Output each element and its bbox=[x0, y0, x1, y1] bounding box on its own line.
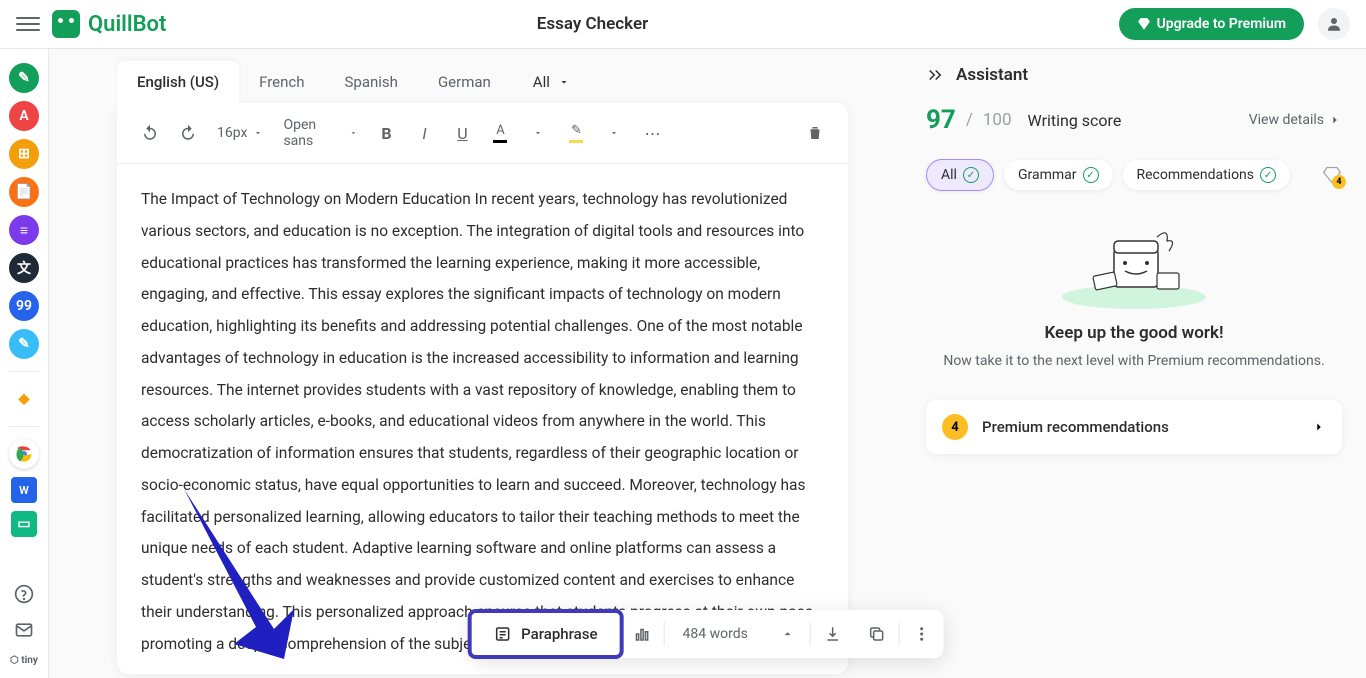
redo-button[interactable] bbox=[171, 116, 205, 150]
rail-item-8[interactable]: ✎ bbox=[9, 329, 39, 359]
user-avatar[interactable] bbox=[1318, 8, 1350, 40]
premium-diamond-icon[interactable]: 4 bbox=[1322, 165, 1342, 185]
rail-separator bbox=[9, 426, 39, 427]
rail-item-1[interactable]: ✎ bbox=[9, 63, 39, 93]
quillbot-icon bbox=[52, 10, 80, 38]
chevron-down-icon bbox=[253, 128, 263, 138]
paraphrase-icon bbox=[493, 625, 511, 643]
font-size-select[interactable]: 16px bbox=[209, 121, 271, 145]
mail-icon[interactable] bbox=[13, 619, 35, 641]
chip-all[interactable]: All✓ bbox=[926, 159, 994, 191]
tab-spanish[interactable]: Spanish bbox=[325, 61, 418, 103]
font-family-select[interactable]: Open sans bbox=[275, 113, 365, 153]
download-button[interactable] bbox=[811, 610, 855, 658]
copy-icon bbox=[868, 625, 886, 643]
chevron-down-icon bbox=[349, 128, 358, 138]
kebab-icon bbox=[913, 625, 931, 643]
robot-illustration bbox=[1059, 219, 1209, 309]
language-tabs: English (US) French Spanish German All bbox=[57, 49, 908, 103]
check-icon: ✓ bbox=[963, 167, 979, 183]
menu-icon[interactable] bbox=[16, 12, 40, 36]
bold-button[interactable]: B bbox=[369, 116, 403, 150]
download-icon bbox=[824, 625, 842, 643]
chevron-down-icon bbox=[609, 128, 619, 138]
rail-premium-icon[interactable]: ◆ bbox=[9, 384, 39, 414]
sub-text: Now take it to the next level with Premi… bbox=[926, 351, 1342, 372]
editor-toolbar: 16px Open sans B I U A ✎ ⋯ bbox=[117, 103, 848, 164]
page-title: Essay Checker bbox=[66, 14, 1118, 34]
view-details-link[interactable]: View details bbox=[1249, 112, 1342, 128]
chevron-up-icon bbox=[781, 627, 795, 641]
more-options-button[interactable] bbox=[900, 610, 944, 658]
text-color-button[interactable]: A bbox=[483, 116, 517, 150]
tab-english[interactable]: English (US) bbox=[117, 61, 239, 103]
tool-rail: ✎ A ⊞ 📄 ≡ 文 99 ✎ ◆ W ▭ ⬡ tiny bbox=[0, 49, 49, 678]
chevron-down-icon bbox=[558, 76, 570, 88]
help-icon[interactable] bbox=[13, 583, 35, 605]
rail-separator bbox=[9, 371, 39, 372]
highlight-button[interactable]: ✎ bbox=[559, 116, 593, 150]
rail-word-icon[interactable]: W bbox=[11, 477, 37, 503]
upgrade-button[interactable]: Upgrade to Premium bbox=[1119, 8, 1304, 40]
word-count: 484 words bbox=[665, 626, 766, 642]
upgrade-label: Upgrade to Premium bbox=[1157, 16, 1286, 32]
underline-button[interactable]: U bbox=[445, 116, 479, 150]
check-icon: ✓ bbox=[1260, 167, 1276, 183]
chart-icon bbox=[633, 625, 651, 643]
rail-chrome-icon[interactable] bbox=[9, 439, 39, 469]
rail-item-2[interactable]: A bbox=[9, 101, 39, 131]
paraphrase-button[interactable]: Paraphrase bbox=[467, 609, 623, 659]
assistant-panel: Assistant 97 / 100 Writing score View de… bbox=[916, 49, 1366, 678]
good-work-heading: Keep up the good work! bbox=[926, 323, 1342, 343]
chevron-right-icon bbox=[1328, 113, 1342, 127]
check-icon: ✓ bbox=[1083, 167, 1099, 183]
diamond-icon bbox=[1137, 17, 1151, 31]
italic-button[interactable]: I bbox=[407, 116, 441, 150]
editor-column: English (US) French Spanish German All 1… bbox=[49, 49, 916, 678]
chevron-down-icon bbox=[533, 128, 543, 138]
score-max: 100 bbox=[983, 110, 1012, 130]
premium-recommendations-card[interactable]: 4 Premium recommendations bbox=[926, 400, 1342, 454]
chip-grammar[interactable]: Grammar✓ bbox=[1004, 160, 1113, 190]
collapse-icon[interactable] bbox=[926, 66, 944, 84]
text-color-dropdown[interactable] bbox=[521, 116, 555, 150]
chip-recommendations[interactable]: Recommendations✓ bbox=[1123, 160, 1291, 190]
editor-card: 16px Open sans B I U A ✎ ⋯ The Impact of… bbox=[117, 103, 848, 674]
bottom-toolbar: Paraphrase 484 words bbox=[471, 610, 944, 658]
rail-item-6[interactable]: 文 bbox=[9, 253, 39, 283]
rail-item-3[interactable]: ⊞ bbox=[9, 139, 39, 169]
rail-item-4[interactable]: 📄 bbox=[9, 177, 39, 207]
delete-button[interactable] bbox=[798, 116, 832, 150]
chevron-right-icon bbox=[1312, 420, 1326, 434]
assistant-title: Assistant bbox=[956, 65, 1028, 85]
score-sep: / bbox=[966, 110, 973, 130]
premium-badge-count: 4 bbox=[1332, 175, 1346, 189]
score-label: Writing score bbox=[1028, 111, 1122, 130]
collapse-button[interactable] bbox=[766, 610, 810, 658]
copy-button[interactable] bbox=[855, 610, 899, 658]
score-value: 97 bbox=[926, 105, 956, 135]
filter-dropdown[interactable]: All bbox=[519, 65, 584, 99]
rail-item-7[interactable]: 99 bbox=[9, 291, 39, 321]
stats-button[interactable] bbox=[620, 610, 664, 658]
highlight-dropdown[interactable] bbox=[597, 116, 631, 150]
more-button[interactable]: ⋯ bbox=[635, 116, 669, 150]
tab-german[interactable]: German bbox=[418, 61, 511, 103]
filter-label: All bbox=[533, 73, 550, 91]
person-icon bbox=[1325, 15, 1343, 33]
undo-button[interactable] bbox=[133, 116, 167, 150]
rail-app-icon[interactable]: ▭ bbox=[11, 511, 37, 537]
essay-text[interactable]: The Impact of Technology on Modern Educa… bbox=[117, 164, 848, 674]
paraphrase-label: Paraphrase bbox=[521, 625, 597, 643]
rec-label: Premium recommendations bbox=[982, 418, 1298, 436]
rail-item-5[interactable]: ≡ bbox=[9, 215, 39, 245]
rec-count-badge: 4 bbox=[942, 414, 968, 440]
tab-french[interactable]: French bbox=[239, 61, 324, 103]
tiny-badge: ⬡ tiny bbox=[10, 655, 38, 666]
